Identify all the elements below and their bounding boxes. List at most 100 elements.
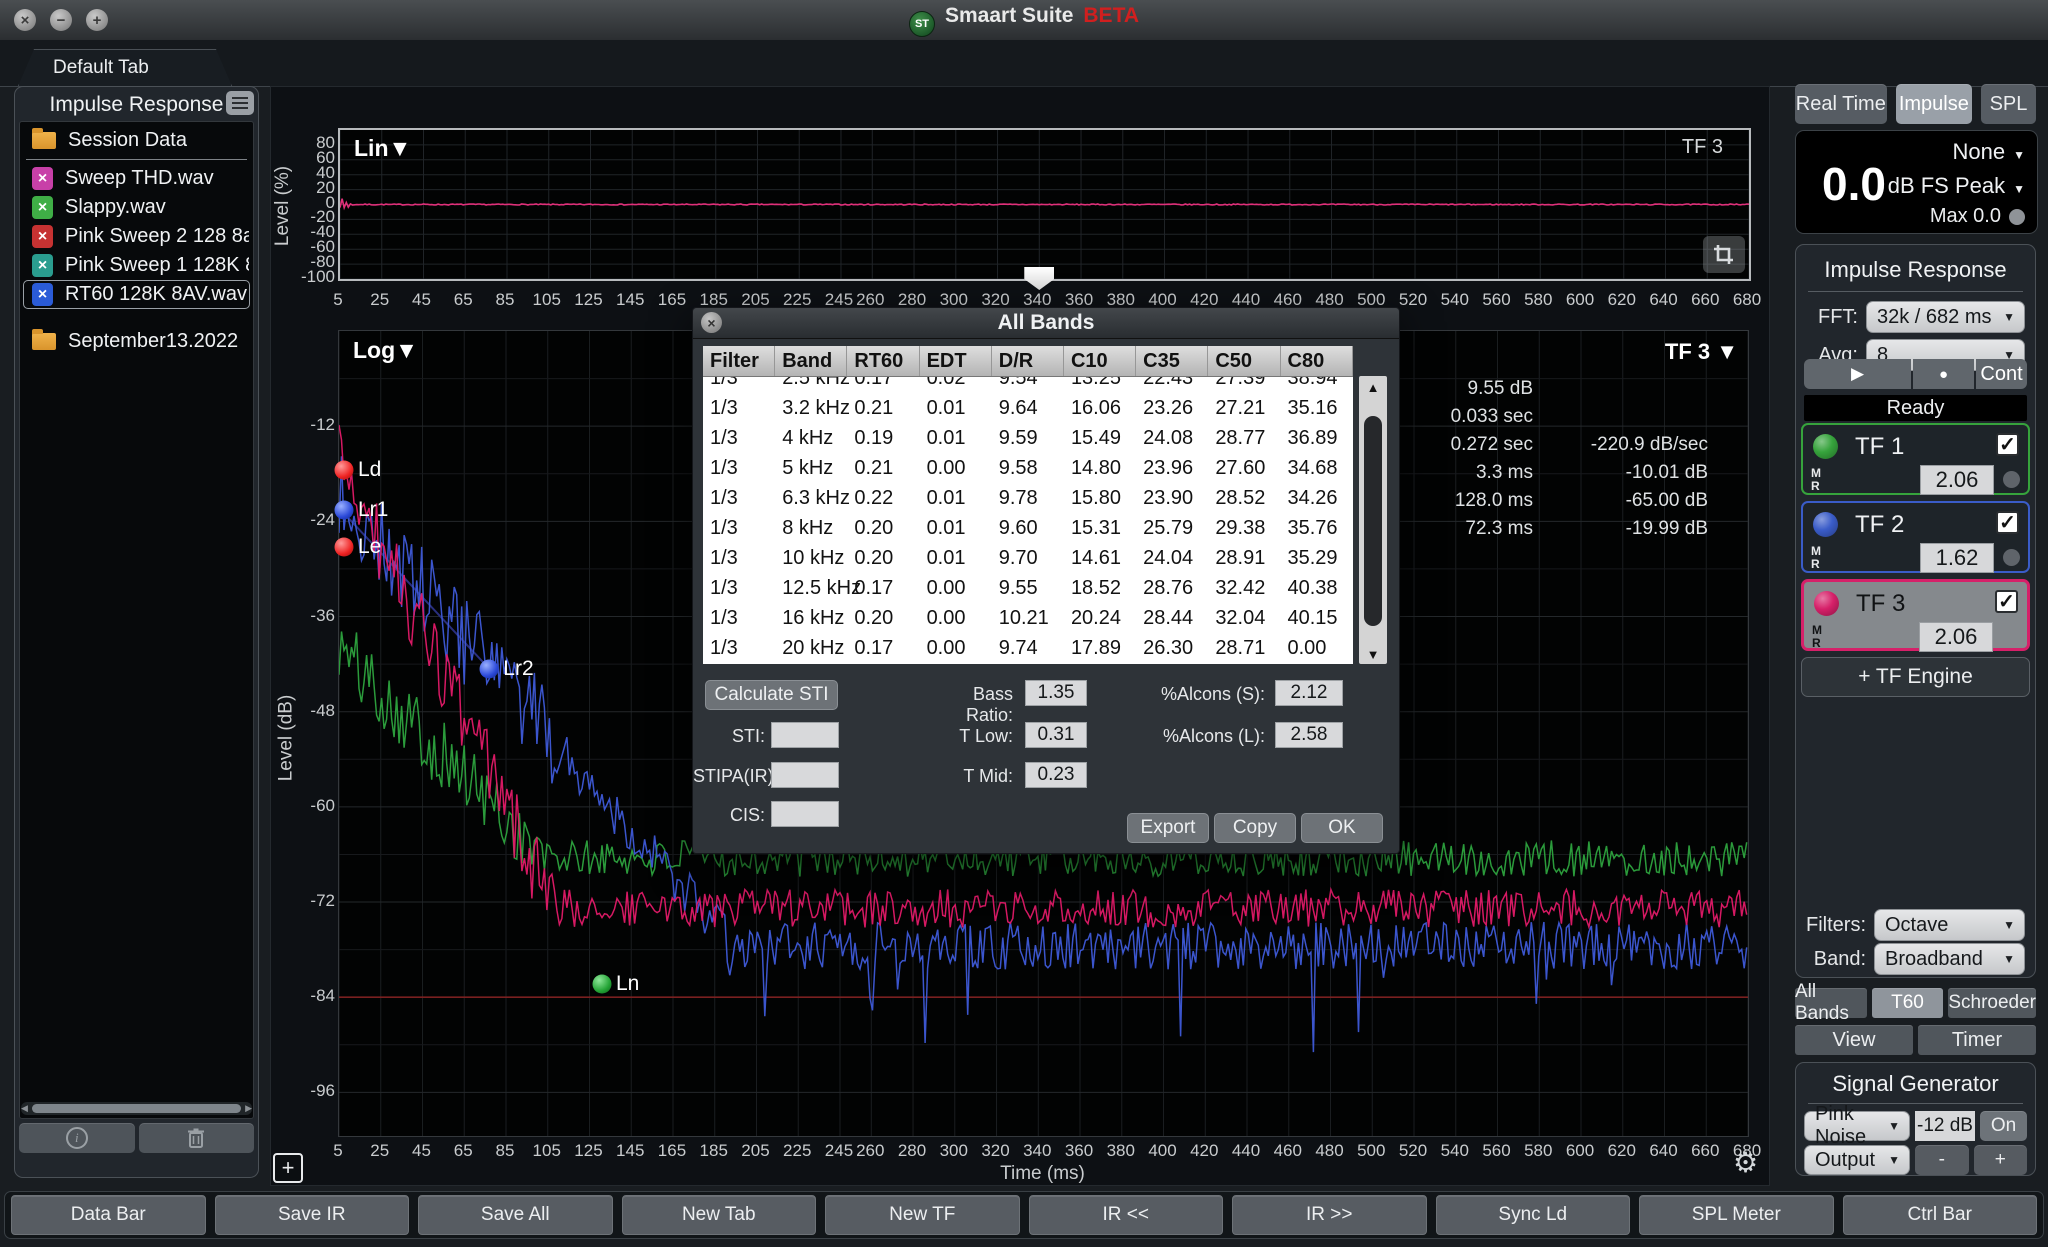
dialog-close-button[interactable]: × [701, 312, 722, 333]
tf-track-dot[interactable] [2003, 549, 2020, 566]
column-header[interactable]: C10 [1064, 346, 1136, 376]
scroll-up-icon[interactable]: ▲ [1359, 380, 1387, 395]
marker-le-handle[interactable] [335, 537, 354, 556]
ok-button[interactable]: OK [1301, 813, 1383, 843]
export-button[interactable]: Export [1127, 813, 1209, 843]
tf-engine-3[interactable]: TF 3✓MR2.06 [1801, 579, 2030, 651]
file-item[interactable]: ×Pink Sweep 2 128 8avg.w [23, 222, 250, 251]
calculate-sti-button[interactable]: Calculate STI [705, 680, 838, 710]
marker-ld-handle[interactable] [335, 460, 354, 479]
mode-real-time-button[interactable]: Real Time [1795, 84, 1887, 124]
log-scale-dropdown[interactable]: Log▼ [353, 337, 418, 364]
mode-spl-button[interactable]: SPL [1981, 84, 2036, 124]
toolbar-save-all-button[interactable]: Save All [418, 1195, 613, 1235]
table-row[interactable]: 1/35 kHz0.210.009.5814.8023.9627.6034.68 [703, 453, 1353, 483]
toolbar-new-tab-button[interactable]: New Tab [622, 1195, 817, 1235]
signal-type-dropdown[interactable]: Pink Noise▼ [1804, 1111, 1910, 1141]
file-delete-button[interactable] [139, 1123, 255, 1153]
column-header[interactable]: C80 [1281, 346, 1353, 376]
column-header[interactable]: D/R [992, 346, 1064, 376]
file-item[interactable]: ×RT60 128K 8AV.wav [23, 280, 250, 309]
tf-track-dot[interactable] [2003, 471, 2020, 488]
tab-schroeder[interactable]: Schroeder [1948, 988, 2036, 1018]
fft-dropdown[interactable]: 32k / 682 ms▼ [1866, 301, 2025, 333]
field-cis[interactable] [771, 801, 839, 827]
toolbar-data-bar-button[interactable]: Data Bar [11, 1195, 206, 1235]
lin-scale-dropdown[interactable]: Lin▼ [354, 135, 411, 162]
sidebar-horizontal-scrollbar[interactable]: ◀ ▶ [21, 1102, 252, 1115]
tab-all-bands[interactable]: All Bands [1795, 988, 1867, 1018]
table-row[interactable]: 1/310 kHz0.200.019.7014.6124.0428.9135.2… [703, 543, 1353, 573]
copy-button[interactable]: Copy [1214, 813, 1296, 843]
record-button[interactable]: ● [1913, 359, 1974, 389]
field-alconss[interactable]: 2.12 [1275, 680, 1343, 706]
toolbar-spl-meter-button[interactable]: SPL Meter [1639, 1195, 1834, 1235]
signal-on-button[interactable]: On [1980, 1111, 2027, 1141]
marker-lr1-handle[interactable] [335, 501, 354, 520]
table-row[interactable]: 1/312.5 kHz0.170.009.5518.5228.7632.4240… [703, 573, 1353, 603]
scroll-left-icon[interactable]: ◀ [21, 1102, 28, 1115]
sidebar-menu-button[interactable] [226, 91, 254, 115]
marker-ln-handle[interactable] [593, 974, 612, 993]
tab-default[interactable]: Default Tab [18, 49, 232, 86]
file-item[interactable]: ×Slappy.wav [23, 193, 250, 222]
add-pane-button[interactable]: + [273, 1153, 303, 1183]
column-header[interactable]: Filter [703, 346, 775, 376]
play-button[interactable]: ▶ [1804, 359, 1911, 389]
meter-source-dropdown[interactable]: None▼ [1953, 139, 2025, 165]
signal-output-dropdown[interactable]: Output▼ [1804, 1145, 1910, 1175]
signal-level-plus-button[interactable]: + [1974, 1145, 2028, 1175]
marker-lr2-handle[interactable] [480, 659, 499, 678]
field-sti[interactable] [771, 722, 839, 748]
dialog-title-bar[interactable]: All Bands [693, 308, 1399, 339]
signal-level-minus-button[interactable]: - [1915, 1145, 1969, 1175]
time-locator-handle[interactable] [1024, 267, 1054, 290]
field-tlow[interactable]: 0.31 [1025, 722, 1087, 748]
file-item[interactable]: ×Sweep THD.wav [23, 164, 250, 193]
table-row[interactable]: 1/38 kHz0.200.019.6015.3125.7929.3835.76 [703, 513, 1353, 543]
toolbar-sync-ld-button[interactable]: Sync Ld [1436, 1195, 1631, 1235]
date-folder[interactable]: September13.2022 [23, 327, 250, 356]
tf-delay-value[interactable]: 2.06 [1919, 622, 1993, 652]
toolbar-ir--button[interactable]: IR << [1029, 1195, 1224, 1235]
column-header[interactable]: C50 [1208, 346, 1280, 376]
timer-button[interactable]: Timer [1918, 1025, 2036, 1055]
tf-delay-value[interactable]: 1.62 [1920, 543, 1994, 573]
toolbar-new-tf-button[interactable]: New TF [825, 1195, 1020, 1235]
field-stipair[interactable] [771, 762, 839, 788]
column-header[interactable]: C35 [1136, 346, 1208, 376]
field-alconsl[interactable]: 2.58 [1275, 722, 1343, 748]
field-bassratio[interactable]: 1.35 [1025, 680, 1087, 706]
view-button[interactable]: View [1795, 1025, 1913, 1055]
file-info-button[interactable]: i [19, 1123, 135, 1153]
toolbar-ctrl-bar-button[interactable]: Ctrl Bar [1843, 1195, 2038, 1235]
session-data-folder[interactable]: Session Data [23, 126, 250, 155]
table-row[interactable]: 1/33.2 kHz0.210.019.6416.0623.2627.2135.… [703, 393, 1353, 423]
tf-checkbox[interactable]: ✓ [1995, 590, 2018, 613]
chart-settings-gear-icon[interactable]: ⚙ [1733, 1149, 1758, 1177]
peak-reset-dot[interactable] [2009, 209, 2025, 225]
table-row[interactable]: 1/32.5 kHz0.170.029.5413.2522.4327.3938.… [703, 377, 1353, 393]
filters-dropdown[interactable]: Octave▼ [1874, 909, 2025, 941]
table-row[interactable]: 1/36.3 kHz0.220.019.7815.8023.9028.5234.… [703, 483, 1353, 513]
table-row[interactable]: 1/34 kHz0.190.019.5915.4924.0828.7736.89 [703, 423, 1353, 453]
column-header[interactable]: EDT [920, 346, 992, 376]
column-header[interactable]: RT60 [847, 346, 919, 376]
continuous-button[interactable]: Cont [1976, 359, 2027, 389]
tf-engine-1[interactable]: TF 1✓MR2.06 [1801, 423, 2030, 495]
log-trace-dropdown[interactable]: TF 3 ▼ [1665, 339, 1738, 365]
tf-engine-2[interactable]: TF 2✓MR1.62 [1801, 501, 2030, 573]
tf-checkbox[interactable]: ✓ [1996, 511, 2019, 534]
tf-delay-value[interactable]: 2.06 [1920, 465, 1994, 495]
table-scrollbar[interactable]: ▲ ▼ [1359, 376, 1387, 664]
scrollbar-thumb[interactable] [32, 1104, 241, 1113]
scroll-down-icon[interactable]: ▼ [1359, 647, 1387, 662]
zoom-crop-button[interactable] [1703, 236, 1745, 273]
toolbar-save-ir-button[interactable]: Save IR [215, 1195, 410, 1235]
field-tmid[interactable]: 0.23 [1025, 762, 1087, 788]
file-item[interactable]: ×Pink Sweep 1 128K 8AVG [23, 251, 250, 280]
add-tf-engine-button[interactable]: + TF Engine [1801, 657, 2030, 697]
table-row[interactable]: 1/320 kHz0.170.009.7417.8926.3028.710.00 [703, 633, 1353, 663]
tab-t60[interactable]: T60 [1872, 988, 1944, 1018]
meter-unit-dropdown[interactable]: dB FS Peak▼ [1888, 173, 2025, 199]
